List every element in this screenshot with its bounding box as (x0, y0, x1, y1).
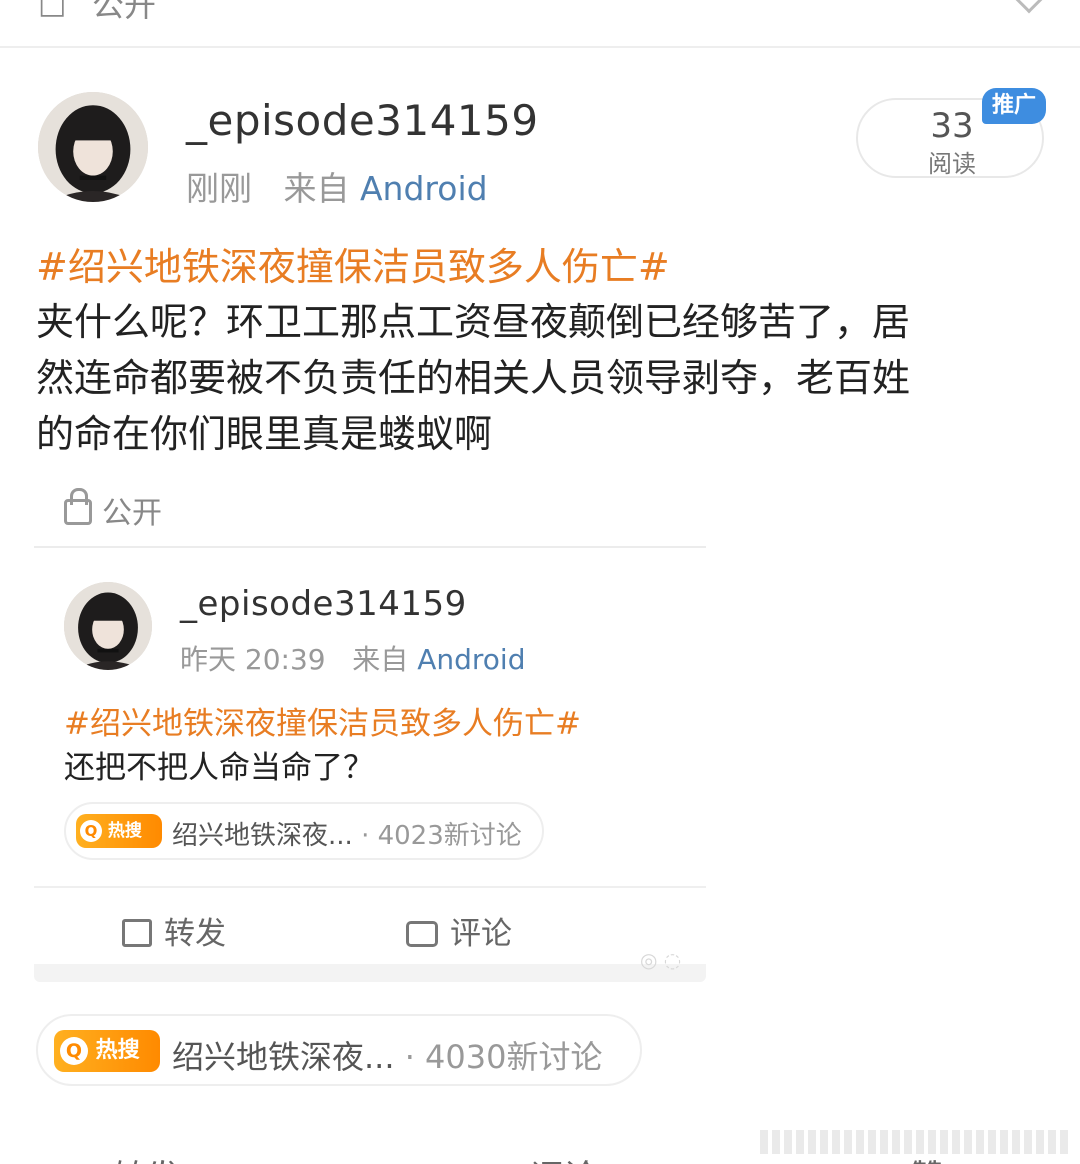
hot-search-title: 绍兴地铁深夜... · 4030新讨论 (172, 1032, 603, 1078)
weibo-watermark-icon: ◎ ◌ (640, 948, 682, 972)
repost-icon (122, 919, 152, 947)
post-body-line: 的命在你们眼里真是蝼蚁啊 (36, 412, 493, 456)
top-visibility-bar: □ 公开 (0, 0, 1080, 48)
hot-search-tag: Q 热搜 (76, 814, 162, 848)
promo-badge[interactable]: 推广 (982, 88, 1046, 124)
quoted-username[interactable]: _episode314159 (180, 584, 467, 624)
quoted-post-card[interactable]: _episode314159 昨天 20:39 来自 Android #绍兴地铁… (34, 546, 706, 982)
lock-icon: □ (38, 0, 67, 21)
post-source: Android (359, 169, 488, 208)
post-body-line: 然连命都要被不负责任的相关人员领导剥夺，老百姓 (36, 356, 911, 400)
hot-search-title-text: 绍兴地铁深夜... (172, 1038, 395, 1076)
hot-search-count: · 4030新讨论 (404, 1038, 603, 1076)
post-from-prefix: 来自 (283, 169, 350, 208)
bottom-action-bar: 转发 评论 赞 (0, 1150, 1080, 1164)
read-label: 阅读 (928, 150, 976, 178)
hot-search-tag-label: 热搜 (107, 821, 142, 841)
post-time: 刚刚 (186, 169, 252, 208)
search-icon: Q (80, 820, 102, 842)
post-body: 夹什么呢？环卫工那点工资昼夜颠倒已经够苦了，居 然连命都要被不负责任的相关人员领… (36, 294, 910, 462)
post-visibility-label: 公开 (102, 496, 162, 531)
post-username[interactable]: _episode314159 (186, 96, 539, 145)
hot-search-title-text: 绍兴地铁深夜... (172, 821, 353, 851)
quoted-topic-link[interactable]: #绍兴地铁深夜撞保洁员致多人伤亡# (64, 698, 581, 743)
hot-search-tag: Q 热搜 (54, 1030, 160, 1072)
like-button[interactable]: 赞 (910, 1150, 944, 1164)
hot-search-title: 绍兴地铁深夜... · 4023新讨论 (172, 815, 522, 852)
quoted-time: 昨天 20:39 (180, 643, 326, 676)
post-meta: 刚刚 来自 Android (186, 162, 488, 210)
hot-search-tag-label: 热搜 (95, 1038, 140, 1063)
quoted-meta: 昨天 20:39 来自 Android (180, 638, 525, 678)
lock-icon (64, 488, 92, 525)
search-icon: Q (60, 1037, 88, 1065)
hot-search-pill[interactable]: Q 热搜 绍兴地铁深夜... · 4030新讨论 (36, 1014, 642, 1086)
quoted-body: 还把不把人命当命了？ (64, 750, 374, 786)
quoted-post-body: _episode314159 昨天 20:39 来自 Android #绍兴地铁… (34, 546, 706, 964)
repost-label: 转发 (164, 916, 226, 952)
post-visibility[interactable]: 公开 (64, 488, 162, 532)
comment-icon (406, 921, 438, 947)
top-visibility-label: 公开 (92, 0, 157, 24)
hot-search-count: · 4023新讨论 (361, 821, 522, 851)
divider (34, 886, 706, 888)
quoted-source: Android (417, 643, 526, 676)
quoted-comment-button[interactable]: 评论 (406, 908, 512, 953)
quoted-avatar[interactable] (64, 582, 152, 670)
repost-button[interactable]: 转发 (112, 1150, 180, 1164)
post-topic-link[interactable]: #绍兴地铁深夜撞保洁员致多人伤亡# (36, 236, 670, 291)
chevron-down-icon[interactable] (1010, 0, 1048, 14)
comment-button[interactable]: 评论 (530, 1150, 598, 1164)
quoted-from-prefix: 来自 (352, 643, 409, 676)
post-body-line: 夹什么呢？环卫工那点工资昼夜颠倒已经够苦了，居 (36, 300, 911, 344)
comment-label: 评论 (450, 916, 512, 952)
avatar[interactable] (38, 92, 148, 202)
quoted-repost-button[interactable]: 转发 (122, 908, 226, 953)
quoted-hot-search-pill[interactable]: Q 热搜 绍兴地铁深夜... · 4023新讨论 (64, 802, 544, 860)
